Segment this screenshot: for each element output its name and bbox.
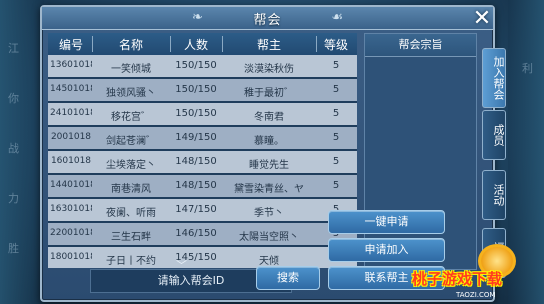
tab-activity[interactable]: 活动 [482, 170, 506, 220]
table-row[interactable]: 2001018 剑起苍澜゛ 149/150 慕瞳。 5 [48, 127, 357, 149]
guild-leader: 慕瞳。 [254, 136, 284, 147]
guild-level: 5 [332, 60, 340, 71]
guild-leader: 天倾 [259, 256, 279, 267]
close-icon[interactable]: ✕ [469, 7, 495, 31]
guild-level: 5 [332, 156, 340, 167]
guild-id: 18001018 [50, 252, 92, 262]
guild-id: 13601018 [50, 60, 92, 70]
table-header: 编号 名称 人数 帮主 等级 [48, 33, 357, 56]
guild-id: 14401018 [50, 180, 92, 190]
column-header-leader[interactable]: 帮主 [222, 36, 316, 53]
guild-leader: 淡漠染秋伤 [244, 64, 294, 75]
table-row[interactable]: 18001018 子日丨不约 145/150 天倾 5 [48, 247, 357, 268]
tab-join-guild[interactable]: 加入帮会 [482, 48, 506, 108]
quick-apply-button[interactable]: 一键申请 [328, 210, 445, 234]
table-row[interactable]: 24101018 移花宫゛ 150/150 冬南君 5 [48, 103, 357, 125]
guild-level: 5 [332, 180, 340, 191]
guild-level: 5 [332, 132, 340, 143]
member-count: 150/150 [175, 84, 217, 95]
background-text: 力 [8, 192, 19, 205]
guild-level: 5 [332, 84, 340, 95]
background-text: 你 [8, 92, 19, 105]
guild-name: 移花宫゛ [111, 112, 151, 123]
guild-id: 16301018 [50, 204, 92, 214]
column-header-level[interactable]: 等级 [316, 36, 356, 53]
column-header-name[interactable]: 名称 [92, 36, 170, 53]
guild-id: 22001018 [50, 228, 92, 238]
table-row[interactable]: 22001018 三生石畔 146/150 太陽当空照丶 5 [48, 223, 357, 245]
guild-name: 剑起苍澜゛ [106, 136, 156, 147]
guild-name: 三生石畔 [111, 232, 151, 243]
guild-table: 编号 名称 人数 帮主 等级 13601018 一笑倾城 150/150 淡漠染… [48, 33, 357, 268]
member-count: 148/150 [175, 156, 217, 167]
table-row[interactable]: 1601018 尘埃落定丶 148/150 睡觉先生 5 [48, 151, 357, 173]
guild-level: 5 [332, 108, 340, 119]
guild-name: 尘埃落定丶 [106, 160, 156, 171]
member-count: 147/150 [175, 204, 217, 215]
guild-leader: 稚于最初゛ [244, 88, 294, 99]
table-row[interactable]: 16301018 夜阑、听雨 147/150 季节丶 5 [48, 199, 357, 221]
guild-leader: 睡觉先生 [249, 160, 289, 171]
guild-leader: 黛雪染青丝、ヤ [234, 184, 304, 195]
title-bar: ❧ 帮会 ☙ ✕ [42, 7, 495, 31]
guild-id: 2001018 [50, 132, 92, 142]
purpose-title: 帮会宗旨 [365, 34, 476, 57]
background-text: 战 [8, 142, 19, 155]
background-text: 利 [522, 62, 533, 75]
guild-name: 独领风骚丶 [106, 88, 156, 99]
guild-name: 夜阑、听雨 [106, 208, 156, 219]
member-count: 149/150 [175, 132, 217, 143]
tab-members[interactable]: 成员 [482, 110, 506, 160]
title-ornament-icon: ☙ [331, 10, 343, 25]
column-header-id[interactable]: 编号 [50, 36, 92, 53]
guild-leader: 太陽当空照丶 [239, 232, 299, 243]
member-count: 150/150 [175, 60, 217, 71]
apply-join-button[interactable]: 申请加入 [328, 238, 445, 262]
guild-id: 24101018 [50, 108, 92, 118]
guild-leader: 季节丶 [254, 208, 284, 219]
guild-name: 子日丨不约 [106, 256, 156, 267]
guild-id: 14501018 [50, 84, 92, 94]
watermark-domain: TAOZI.COM [456, 291, 496, 299]
background-text: 胜 [8, 242, 19, 255]
chevron-down-icon[interactable]: ﹀ [176, 257, 187, 268]
guild-purpose-panel: 帮会宗旨 [364, 33, 477, 270]
column-header-count[interactable]: 人数 [170, 36, 222, 53]
window-title: 帮会 [253, 13, 282, 28]
background-left-edge [0, 0, 44, 304]
member-count: 148/150 [175, 180, 217, 191]
guild-leader: 冬南君 [254, 112, 284, 123]
search-button[interactable]: 搜索 [256, 266, 320, 290]
guild-name: 南巷清风 [111, 184, 151, 195]
member-count: 150/150 [175, 108, 217, 119]
guild-id: 1601018 [50, 156, 92, 166]
guild-name: 一笑倾城 [111, 64, 151, 75]
background-text: 江 [8, 42, 19, 55]
table-row[interactable]: 13601018 一笑倾城 150/150 淡漠染秋伤 5 [48, 55, 357, 77]
member-count: 146/150 [175, 228, 217, 239]
table-row[interactable]: 14401018 南巷清风 148/150 黛雪染青丝、ヤ 5 [48, 175, 357, 197]
guild-window: ❧ 帮会 ☙ ✕ 编号 名称 人数 帮主 等级 13601018 一笑倾城 15… [40, 5, 495, 302]
table-row[interactable]: 14501018 独领风骚丶 150/150 稚于最初゛ 5 [48, 79, 357, 101]
